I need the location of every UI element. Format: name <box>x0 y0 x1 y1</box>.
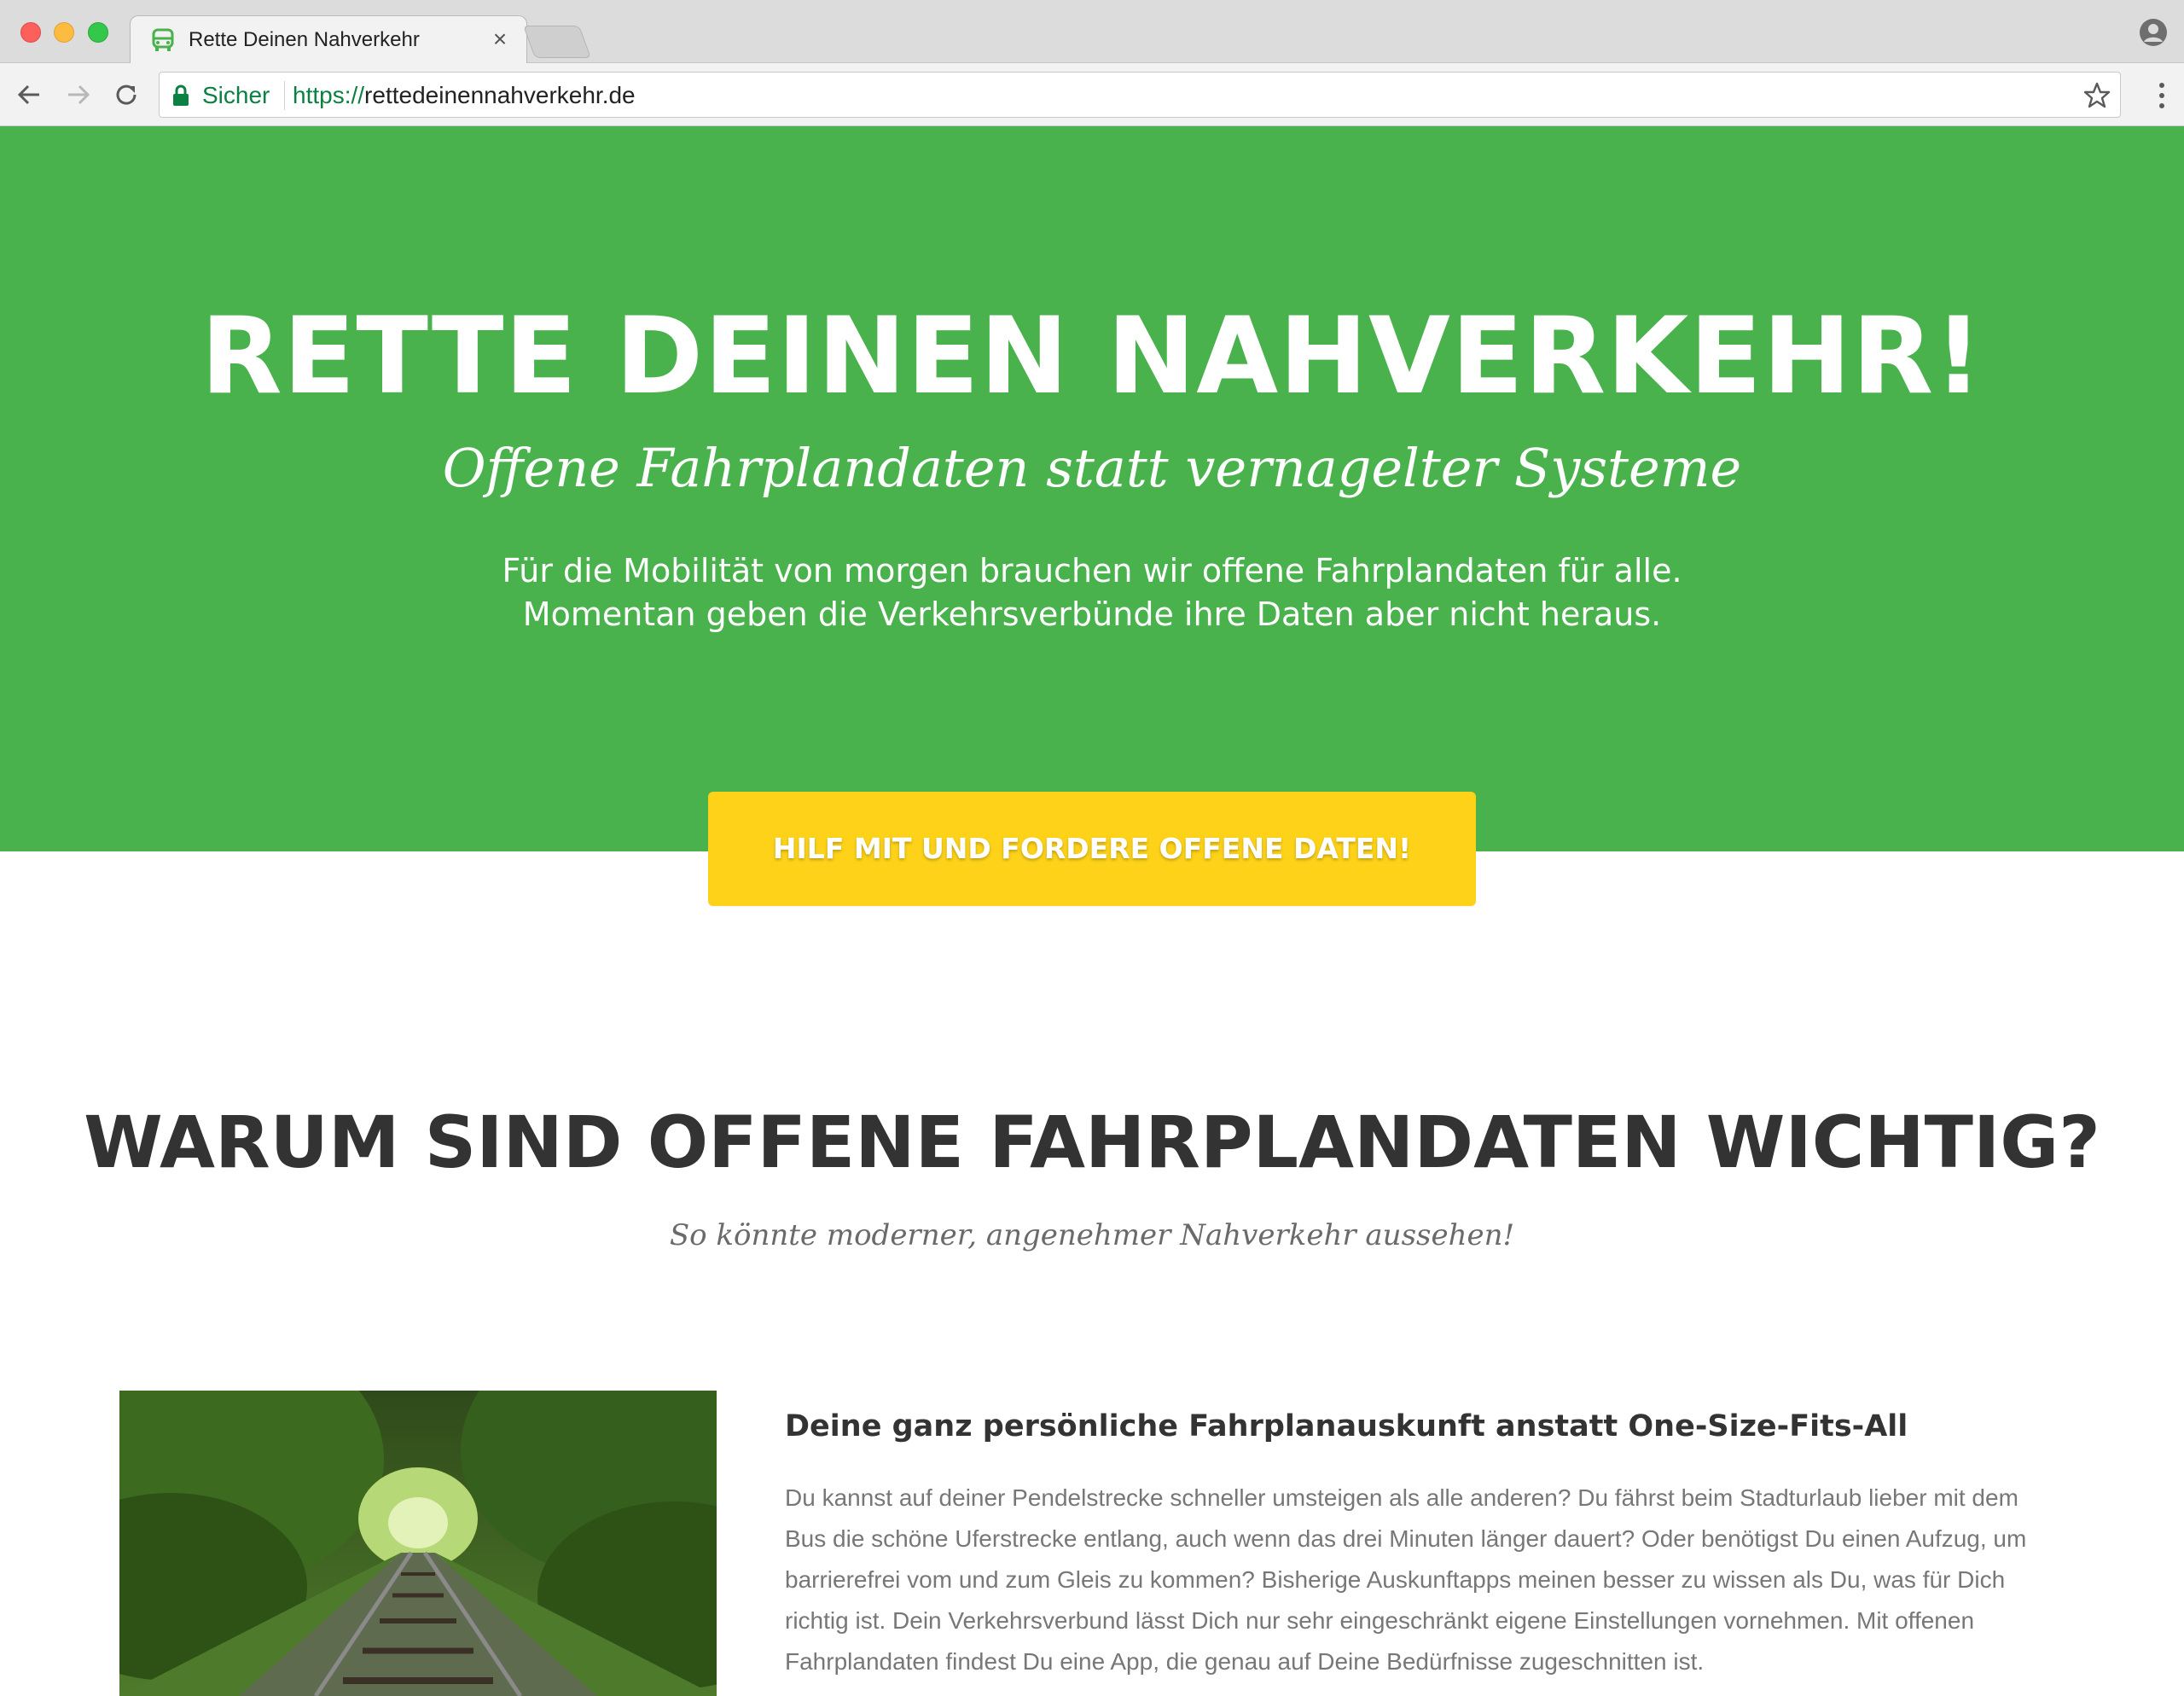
browser-tab-bar: Rette Deinen Nahverkehr × <box>0 0 2184 64</box>
close-tab-icon[interactable]: × <box>485 25 514 54</box>
url-host: rettedeinennahverkehr.de <box>364 82 636 108</box>
new-tab-button[interactable] <box>523 26 591 58</box>
browser-toolbar: Sicher https://rettedeinennahverkehr.de <box>0 63 2184 126</box>
minimize-window-button[interactable] <box>54 22 74 43</box>
feature-title: Deine ganz persönliche Fahrplanauskunft … <box>785 1409 1908 1443</box>
section-title: WARUM SIND OFFENE FAHRPLANDATEN WICHTIG? <box>84 1101 2100 1184</box>
zoom-window-button[interactable] <box>88 22 108 43</box>
lock-icon <box>173 84 189 106</box>
hero-subtitle: Offene Fahrplandaten statt vernagelter S… <box>442 437 1742 499</box>
hero-text-line: Momentan geben die Verkehrsverbünde ihre… <box>522 595 1662 633</box>
close-window-button[interactable] <box>20 22 41 43</box>
reload-icon[interactable] <box>109 78 143 112</box>
url-text[interactable]: https://rettedeinennahverkehr.de <box>293 82 636 109</box>
browser-tab[interactable]: Rette Deinen Nahverkehr × <box>130 15 527 64</box>
secure-label: Sicher <box>202 82 270 108</box>
section-subtitle: So könnte moderner, angenehmer Nahverkeh… <box>669 1218 1515 1252</box>
arrow-left-icon[interactable] <box>12 78 46 112</box>
url-scheme: https:// <box>293 82 365 108</box>
hero-text-line: Für die Mobilität von morgen brauchen wi… <box>502 552 1682 590</box>
tab-title: Rette Deinen Nahverkehr <box>189 28 420 51</box>
person-icon[interactable] <box>2138 17 2169 48</box>
cta-button[interactable]: HILF MIT UND FORDERE OFFENE DATEN! <box>708 792 1476 906</box>
feature-text: Du kannst auf deiner Pendelstrecke schne… <box>785 1484 2027 1675</box>
address-bar[interactable]: Sicher https://rettedeinennahverkehr.de <box>159 72 2121 118</box>
hero-title: RETTE DEINEN NAHVERKEHR! <box>200 295 1984 418</box>
kebab-menu-icon[interactable] <box>2157 78 2167 113</box>
omnibox-divider <box>284 81 285 110</box>
bus-icon <box>152 28 174 51</box>
star-icon[interactable] <box>2082 81 2111 110</box>
hero-section: RETTE DEINEN NAHVERKEHR! Offene Fahrplan… <box>0 126 2184 851</box>
arrow-right-icon[interactable] <box>61 78 96 112</box>
hero-text: Für die Mobilität von morgen brauchen wi… <box>0 549 2184 636</box>
railway-track-image <box>119 1391 717 1696</box>
